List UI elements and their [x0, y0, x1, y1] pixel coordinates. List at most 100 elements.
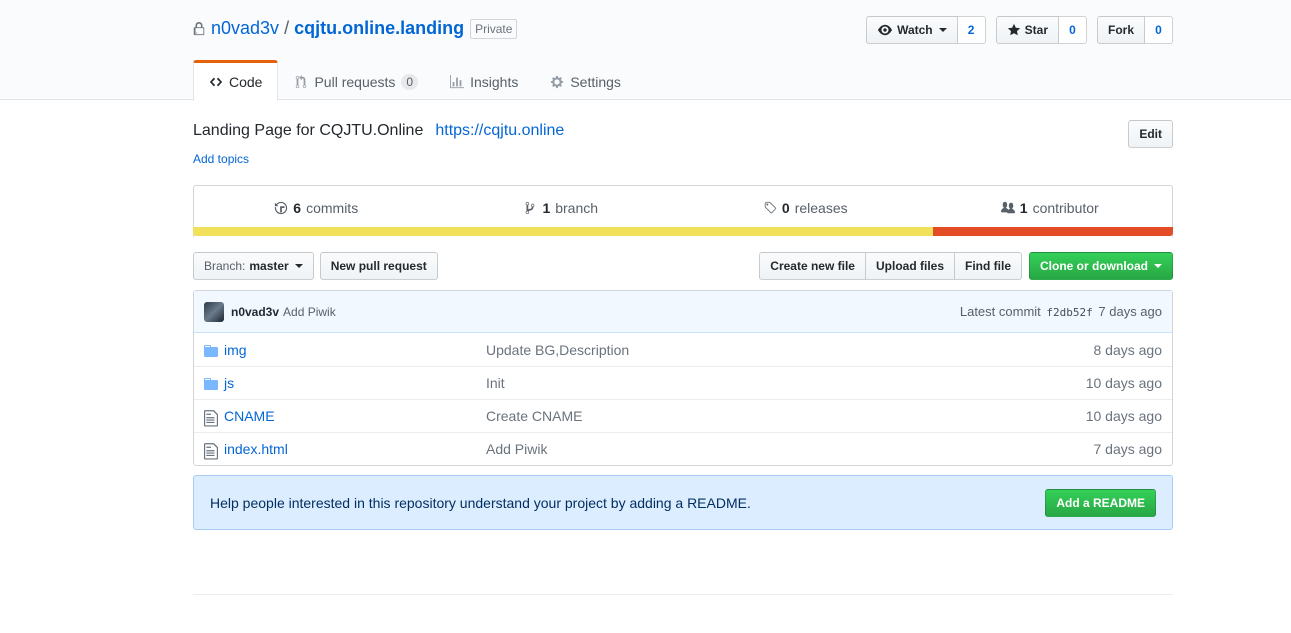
pull-request-icon [296, 74, 307, 88]
folder-icon [204, 376, 218, 390]
contributor-label: contributor [1032, 199, 1099, 216]
file-nav-right: Create new file Upload files Find file C… [759, 252, 1173, 280]
star-count[interactable]: 0 [1058, 16, 1087, 44]
latest-commit-info: Latest commit f2db52f 7 days ago [960, 304, 1162, 319]
add-readme-button[interactable]: Add a README [1045, 488, 1156, 517]
upload-files-button[interactable]: Upload files [864, 252, 955, 280]
file-commit-message[interactable]: Init [486, 375, 1086, 391]
commit-sha-link[interactable]: f2db52f [1046, 306, 1092, 319]
people-icon [1000, 201, 1015, 213]
file-name-link[interactable]: js [224, 375, 486, 391]
contributor-count: 1 [1019, 199, 1028, 216]
file-navigation: Branch: master New pull request Create n… [193, 252, 1173, 280]
language-segment [193, 227, 933, 236]
file-actions-group: Create new file Upload files Find file [759, 252, 1022, 280]
commit-message-link[interactable]: Add Piwik [283, 305, 336, 319]
fork-count[interactable]: 0 [1145, 16, 1173, 44]
clone-download-button[interactable]: Clone or download [1029, 252, 1173, 280]
branch-name: master [249, 259, 289, 273]
commit-author-link[interactable]: n0vad3v [231, 305, 279, 319]
repo-description: Landing Page for CQJTU.Online https://cq… [193, 122, 564, 140]
repo-tabs: Code Pull requests 0 Insights Settings [193, 60, 637, 101]
branch-label: branch [555, 199, 599, 216]
file-name-link[interactable]: CNAME [224, 408, 486, 424]
watch-label: Watch [897, 23, 933, 37]
branch-prefix: Branch: [204, 259, 246, 273]
tab-settings-label: Settings [570, 73, 621, 90]
gear-icon [551, 75, 564, 88]
repo-owner-link[interactable]: n0vad3v [211, 18, 279, 39]
repo-actions: Watch 2 Star 0 Fork 0 [866, 16, 1173, 44]
avatar[interactable] [204, 301, 224, 322]
history-icon [275, 201, 288, 214]
repo-name-link[interactable]: cqjtu.online.landing [294, 18, 464, 39]
tag-icon [764, 201, 777, 213]
clone-label: Clone or download [1040, 259, 1148, 273]
readme-prompt-text: Help people interested in this repositor… [210, 494, 751, 511]
folder-icon [204, 343, 218, 357]
fork-group: Fork 0 [1096, 16, 1173, 44]
branch-count: 1 [542, 199, 551, 216]
new-pull-request-button[interactable]: New pull request [319, 252, 438, 280]
readme-prompt: Help people interested in this repositor… [193, 475, 1173, 530]
file-commit-message[interactable]: Create CNAME [486, 408, 1086, 424]
chevron-down-icon [1154, 264, 1162, 268]
chevron-down-icon [294, 264, 303, 268]
file-nav-left: Branch: master New pull request [193, 252, 438, 280]
star-group: Star 0 [995, 16, 1087, 44]
file-age: 8 days ago [1093, 341, 1163, 358]
repo-title: n0vad3v / cqjtu.online.landing Private [193, 18, 518, 39]
tab-code[interactable]: Code [193, 60, 279, 101]
path-separator: / [284, 18, 290, 38]
watch-button[interactable]: Watch [866, 16, 958, 44]
file-icon [204, 442, 218, 460]
latest-commit-age: 7 days ago [1098, 304, 1162, 319]
tab-pull-requests[interactable]: Pull requests 0 [278, 60, 434, 101]
eye-icon [878, 24, 893, 36]
tab-insights[interactable]: Insights [434, 60, 534, 101]
file-name-link[interactable]: index.html [224, 441, 486, 457]
file-icon [204, 409, 218, 427]
latest-commit-prefix: Latest commit [959, 304, 1041, 319]
file-table: n0vad3v Add Piwik Latest commit f2db52f … [193, 290, 1173, 466]
tab-insights-label: Insights [470, 73, 519, 90]
releases-label: releases [794, 199, 848, 216]
edit-button[interactable]: Edit [1128, 120, 1173, 148]
private-badge: Private [470, 18, 518, 39]
code-icon [209, 77, 223, 86]
file-commit-message[interactable]: Update BG,Description [486, 342, 1094, 358]
fork-button[interactable]: Fork [1096, 16, 1145, 44]
releases-count: 0 [781, 199, 790, 216]
commit-tease: n0vad3v Add Piwik Latest commit f2db52f … [194, 291, 1172, 333]
fork-label: Fork [1107, 23, 1134, 37]
star-label: Star [1024, 23, 1048, 37]
description-text: Landing Page for CQJTU.Online [193, 122, 424, 139]
file-commit-message[interactable]: Add Piwik [486, 441, 1094, 457]
tab-pull-requests-label: Pull requests [314, 73, 396, 90]
tab-settings[interactable]: Settings [534, 60, 637, 101]
watch-group: Watch 2 [866, 16, 986, 44]
homepage-link[interactable]: https://cqjtu.online [435, 122, 564, 140]
branch-select-button[interactable]: Branch: master [193, 252, 314, 280]
watch-count[interactable]: 2 [957, 16, 986, 44]
star-icon [1007, 23, 1020, 36]
create-new-file-button[interactable]: Create new file [759, 252, 866, 280]
file-age: 7 days ago [1093, 441, 1163, 457]
footer-divider [193, 594, 1173, 595]
table-row: img Update BG,Description 8 days ago [194, 333, 1172, 366]
file-name-link[interactable]: img [224, 342, 486, 358]
language-bar[interactable] [193, 227, 1173, 236]
table-row: index.html Add Piwik 7 days ago [194, 432, 1172, 465]
star-button[interactable]: Star [995, 16, 1059, 44]
tab-code-label: Code [229, 73, 263, 90]
table-row: js Init 10 days ago [194, 366, 1172, 399]
commits-label: commits [306, 199, 359, 216]
graph-icon [450, 74, 465, 88]
file-age: 10 days ago [1085, 408, 1162, 424]
add-topics-link[interactable]: Add topics [193, 152, 249, 166]
find-file-button[interactable]: Find file [954, 252, 1022, 280]
file-list: img Update BG,Description 8 days ago js Init… [194, 333, 1172, 465]
language-segment [932, 227, 1173, 236]
lock-icon [193, 21, 205, 35]
chevron-down-icon [938, 28, 947, 32]
